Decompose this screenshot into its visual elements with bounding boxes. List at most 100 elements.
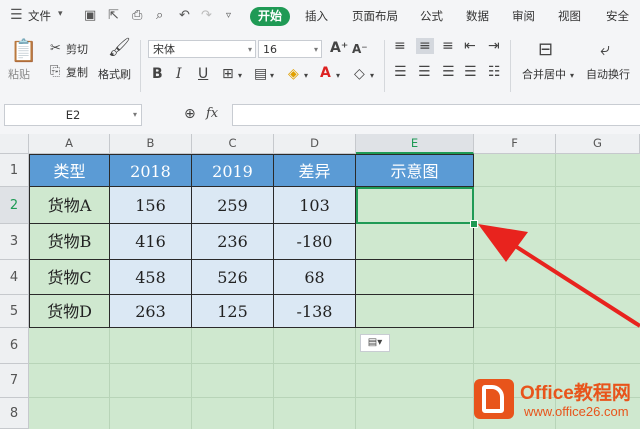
redo-icon[interactable]: ↷ — [201, 8, 212, 23]
column-header-b[interactable]: B — [110, 134, 192, 154]
row-header-8[interactable]: 8 — [0, 398, 29, 429]
undo-icon[interactable]: ↶ — [179, 8, 190, 23]
italic-icon[interactable]: I — [176, 66, 182, 82]
underline-icon[interactable]: U — [198, 66, 208, 82]
align-bottom-icon[interactable]: ≡ — [442, 38, 454, 54]
increase-indent-icon[interactable]: ⇥ — [488, 38, 500, 54]
table-cell[interactable]: 526 — [192, 260, 274, 295]
font-size-select[interactable]: 16 ▾ — [258, 40, 322, 58]
fill-color-icon[interactable]: ◈ — [288, 66, 299, 82]
column-header-a[interactable]: A — [29, 134, 110, 154]
chevron-down-icon[interactable]: ▾ — [370, 68, 374, 84]
bold-icon[interactable]: B — [152, 66, 163, 82]
table-cell[interactable]: 416 — [110, 224, 192, 260]
merge-center-icon[interactable]: ⊟ — [538, 40, 553, 60]
name-box[interactable]: E2 ▾ — [4, 104, 142, 126]
tab-page-layout[interactable]: 页面布局 — [352, 8, 398, 24]
chevron-down-icon[interactable]: ▾ — [133, 105, 137, 125]
table-cell[interactable]: 458 — [110, 260, 192, 295]
align-center-icon[interactable]: ☰ — [418, 64, 431, 80]
save-icon[interactable]: ▣ — [84, 8, 96, 23]
table-cell[interactable]: 货物A — [29, 187, 110, 224]
tab-review[interactable]: 审阅 — [512, 8, 535, 24]
insert-function-button[interactable]: fx — [206, 106, 218, 122]
row-header-2[interactable]: 2 — [0, 187, 29, 224]
paste-button[interactable]: 粘贴 — [8, 66, 30, 82]
chevron-down-icon[interactable]: ▾ — [270, 68, 274, 84]
column-header-c[interactable]: C — [192, 134, 274, 154]
chevron-down-icon[interactable]: ▾ — [58, 9, 63, 19]
column-header-d[interactable]: D — [274, 134, 356, 154]
clear-format-icon[interactable]: ◇ — [354, 66, 365, 82]
tab-view[interactable]: 视图 — [558, 8, 581, 24]
align-right-icon[interactable]: ☰ — [442, 64, 455, 80]
table-cell[interactable]: -180 — [274, 224, 356, 260]
table-cell[interactable]: 156 — [110, 187, 192, 224]
align-top-icon[interactable]: ≡ — [394, 38, 406, 54]
increase-font-icon[interactable]: A⁺ — [330, 40, 348, 56]
cell-style-icon[interactable]: ▤ — [254, 66, 267, 82]
table-cell[interactable]: 货物B — [29, 224, 110, 260]
wrap-text-button[interactable]: 自动换行 — [586, 66, 630, 82]
table-cell[interactable] — [356, 260, 474, 295]
table-cell[interactable]: 68 — [274, 260, 356, 295]
column-header-f[interactable]: F — [474, 134, 556, 154]
borders-icon[interactable]: ⊞ — [222, 66, 234, 82]
file-menu[interactable]: 文件 — [28, 8, 51, 24]
table-header-cell[interactable]: 示意图 — [356, 154, 474, 187]
tab-formulas[interactable]: 公式 — [420, 8, 443, 24]
chevron-down-icon[interactable]: ▾ — [336, 68, 340, 84]
export-icon[interactable]: ⇱ — [108, 8, 119, 23]
font-name-select[interactable]: 宋体 ▾ — [148, 40, 256, 58]
row-header-5[interactable]: 5 — [0, 295, 29, 328]
tab-security[interactable]: 安全 — [606, 8, 629, 24]
paste-options-button[interactable]: ▤▾ — [360, 334, 390, 352]
copy-icon[interactable]: ⎘ — [50, 64, 60, 80]
table-cell[interactable] — [356, 224, 474, 260]
paste-icon[interactable]: 📋 — [10, 40, 37, 64]
tab-insert[interactable]: 插入 — [305, 8, 328, 24]
format-painter-button[interactable]: 格式刷 — [98, 66, 131, 82]
justify-icon[interactable]: ☰ — [464, 64, 477, 80]
row-header-7[interactable]: 7 — [0, 364, 29, 398]
tab-start[interactable]: 开始 — [250, 7, 290, 26]
font-color-icon[interactable]: A — [320, 65, 331, 81]
cut-icon[interactable]: ✂ — [50, 41, 61, 57]
distributed-icon[interactable]: ☷ — [488, 64, 501, 80]
table-cell[interactable]: 125 — [192, 295, 274, 328]
decrease-indent-icon[interactable]: ⇤ — [464, 38, 476, 54]
table-header-cell[interactable]: 2018 — [110, 154, 192, 187]
table-header-cell[interactable]: 类型 — [29, 154, 110, 187]
table-cell[interactable]: -138 — [274, 295, 356, 328]
row-header-6[interactable]: 6 — [0, 328, 29, 364]
zoom-formula-icon[interactable]: ⊕ — [184, 106, 196, 122]
row-header-3[interactable]: 3 — [0, 224, 29, 260]
merge-center-button[interactable]: 合并居中 — [522, 66, 566, 82]
tab-data[interactable]: 数据 — [466, 8, 489, 24]
chevron-down-icon[interactable]: ▾ — [570, 68, 574, 84]
align-middle-icon[interactable]: ≡ — [416, 38, 434, 54]
chevron-down-icon[interactable]: ▾ — [238, 68, 242, 84]
selected-cell-e2[interactable] — [356, 187, 474, 224]
customize-icon[interactable]: ▿ — [226, 10, 231, 21]
decrease-font-icon[interactable]: A⁻ — [352, 41, 368, 57]
chevron-down-icon[interactable]: ▾ — [304, 68, 308, 84]
table-cell[interactable]: 263 — [110, 295, 192, 328]
column-header-g[interactable]: G — [556, 134, 640, 154]
format-painter-icon[interactable]: 🖌 — [108, 38, 131, 58]
row-header-1[interactable]: 1 — [0, 154, 29, 187]
hamburger-menu-icon[interactable]: ☰ — [10, 7, 23, 23]
table-header-cell[interactable]: 2019 — [192, 154, 274, 187]
select-all-corner[interactable] — [0, 134, 29, 154]
table-cell[interactable]: 103 — [274, 187, 356, 224]
print-icon[interactable]: ⎙ — [132, 8, 142, 23]
table-cell[interactable]: 236 — [192, 224, 274, 260]
table-header-cell[interactable]: 差异 — [274, 154, 356, 187]
table-cell[interactable]: 货物C — [29, 260, 110, 295]
wrap-text-icon[interactable]: ⤶ — [600, 40, 610, 60]
table-cell[interactable] — [356, 295, 474, 328]
print-preview-icon[interactable]: ⌕ — [156, 8, 163, 23]
table-cell[interactable]: 259 — [192, 187, 274, 224]
copy-button[interactable]: 复制 — [66, 64, 88, 80]
row-header-4[interactable]: 4 — [0, 260, 29, 295]
